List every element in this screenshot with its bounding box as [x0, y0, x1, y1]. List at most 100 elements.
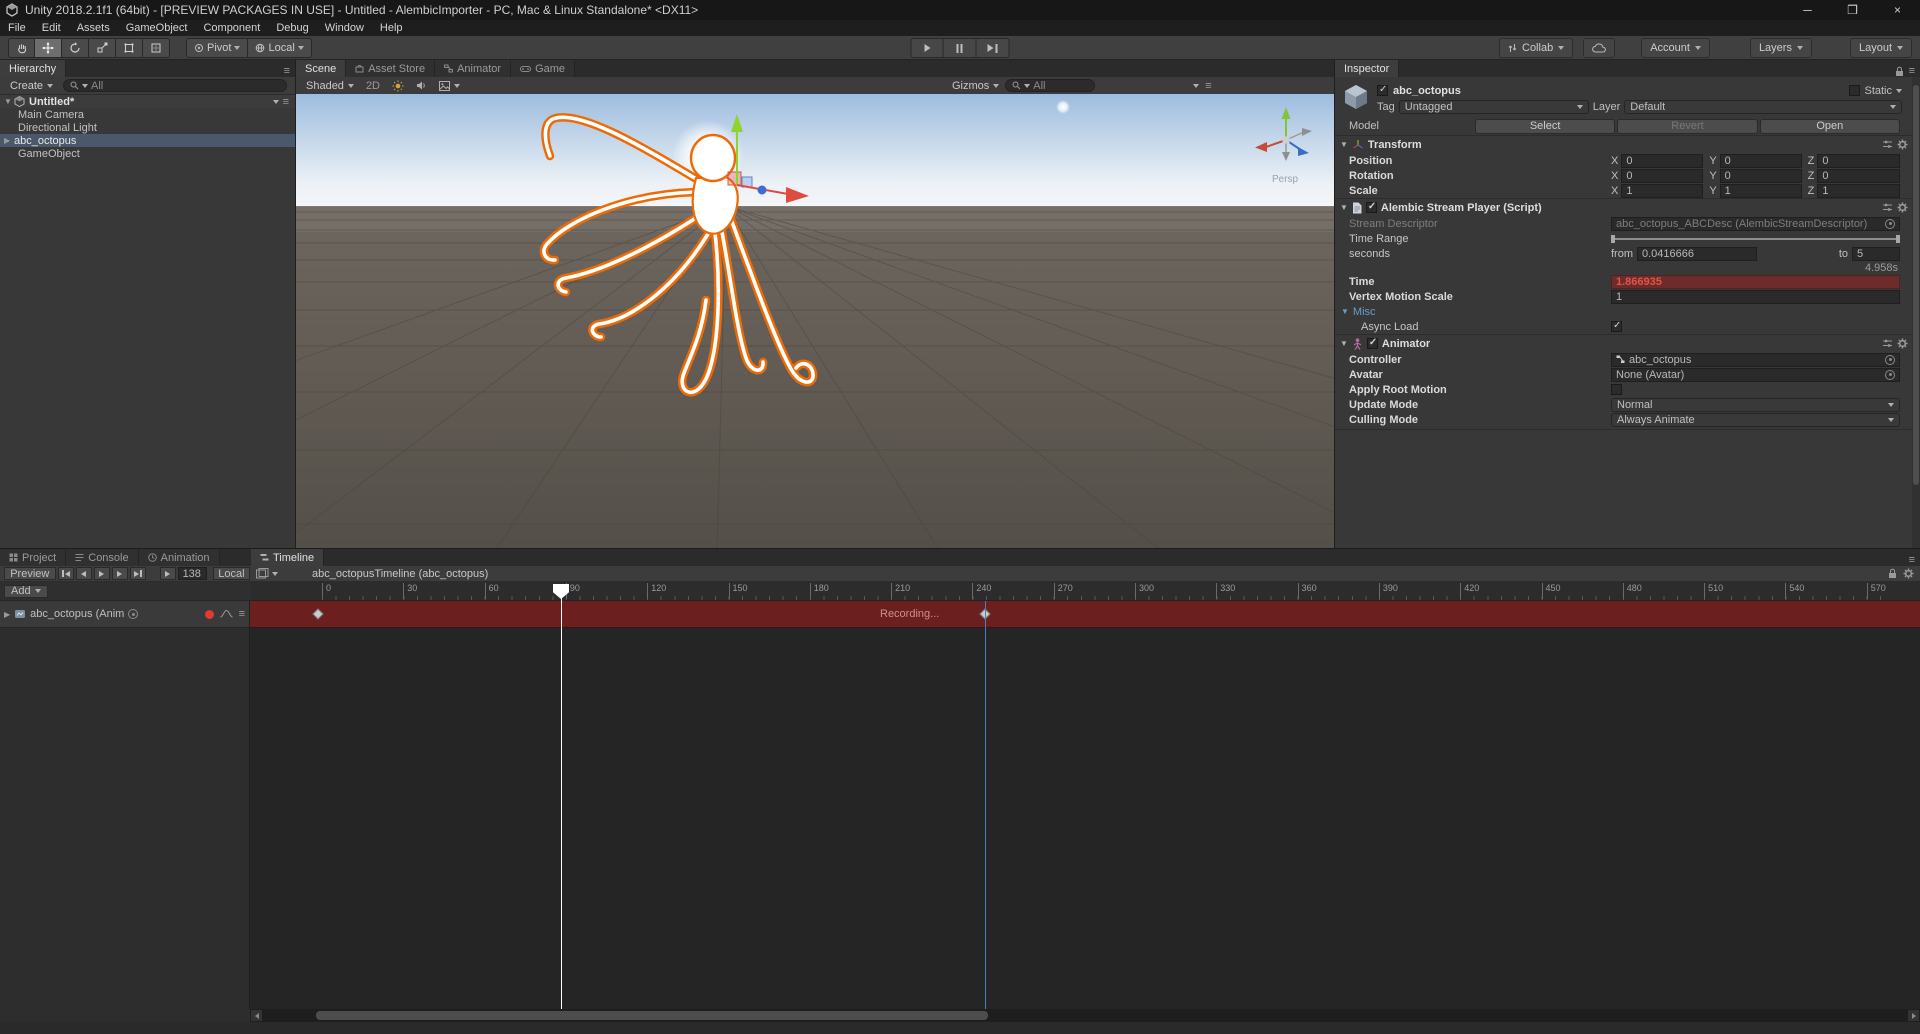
object-picker-icon[interactable]: [128, 609, 138, 619]
update-mode-dropdown[interactable]: Normal: [1611, 398, 1900, 412]
scroll-right-icon[interactable]: [1908, 1010, 1919, 1021]
foldout-icon[interactable]: ▶: [4, 610, 10, 619]
menu-assets[interactable]: Assets: [69, 20, 118, 36]
scale-z-field[interactable]: 1: [1817, 184, 1900, 198]
lock-icon[interactable]: [1895, 66, 1904, 77]
playhead-line[interactable]: [561, 585, 562, 1009]
timeline-play-button[interactable]: [94, 567, 110, 580]
hierarchy-item-gameobject[interactable]: GameObject: [0, 147, 295, 160]
menu-gameobject[interactable]: GameObject: [118, 20, 196, 36]
record-toggle-icon[interactable]: [205, 610, 214, 619]
tab-hierarchy[interactable]: Hierarchy: [0, 60, 66, 77]
move-tool-button[interactable]: [35, 38, 62, 58]
director-name[interactable]: abc_octopusTimeline (abc_octopus): [312, 568, 488, 580]
tab-scene[interactable]: Scene: [296, 60, 346, 77]
menu-file[interactable]: File: [0, 20, 34, 36]
presets-icon[interactable]: [1882, 139, 1893, 150]
foldout-icon[interactable]: ▼: [1340, 339, 1348, 348]
presets-icon[interactable]: [1882, 338, 1893, 349]
model-revert-button[interactable]: Revert: [1617, 119, 1757, 134]
object-name[interactable]: abc_octopus: [1393, 85, 1461, 97]
track-menu-icon[interactable]: ≡: [239, 608, 245, 620]
async-load-checkbox[interactable]: [1611, 321, 1622, 332]
pause-button[interactable]: [944, 38, 977, 58]
scale-y-field[interactable]: 1: [1720, 184, 1802, 198]
hierarchy-item-abc-octopus[interactable]: ▶ abc_octopus: [0, 134, 295, 147]
component-enabled-checkbox[interactable]: [1367, 338, 1378, 349]
close-icon[interactable]: ×: [1875, 0, 1920, 20]
panel-menu-icon[interactable]: ≡: [1205, 80, 1211, 92]
tag-dropdown[interactable]: Untagged: [1399, 100, 1589, 114]
time-field[interactable]: 1.866935: [1611, 275, 1900, 289]
avatar-field[interactable]: None (Avatar): [1611, 368, 1900, 382]
rect-tool-button[interactable]: [116, 38, 143, 58]
scrollbar-handle[interactable]: [316, 1011, 988, 1020]
presets-icon[interactable]: [1882, 202, 1893, 213]
minimize-icon[interactable]: ─: [1785, 0, 1830, 20]
apply-root-motion-checkbox[interactable]: [1611, 384, 1622, 395]
pivot-toggle-button[interactable]: Pivot: [186, 38, 248, 58]
cloud-button[interactable]: [1583, 38, 1615, 58]
gizmo-center-cube[interactable]: [1283, 137, 1290, 144]
menu-debug[interactable]: Debug: [268, 20, 316, 36]
gear-icon[interactable]: [1897, 139, 1908, 150]
collab-button[interactable]: Collab: [1499, 38, 1573, 58]
hierarchy-search-input[interactable]: All: [63, 79, 287, 92]
scale-x-field[interactable]: 1: [1621, 184, 1703, 198]
slider-min-handle[interactable]: [1611, 235, 1615, 243]
component-enabled-checkbox[interactable]: [1366, 202, 1377, 213]
static-flags-caret-icon[interactable]: [1896, 89, 1902, 93]
recording-track-lane[interactable]: Recording...: [250, 601, 1920, 628]
goto-end-button[interactable]: [130, 567, 146, 580]
object-picker-icon[interactable]: [1885, 370, 1895, 380]
panel-menu-icon[interactable]: ≡: [1909, 65, 1915, 77]
keyframe-diamond-icon[interactable]: [312, 608, 323, 619]
scene-caret-icon[interactable]: [273, 100, 279, 104]
misc-foldout[interactable]: ▼ Misc: [1335, 304, 1912, 319]
foldout-icon[interactable]: ▶: [4, 136, 14, 145]
culling-mode-dropdown[interactable]: Always Animate: [1611, 413, 1900, 427]
rotation-z-field[interactable]: 0: [1817, 169, 1900, 183]
tab-asset-store[interactable]: Asset Store: [346, 60, 435, 77]
account-dropdown[interactable]: Account: [1641, 38, 1710, 58]
step-button[interactable]: [977, 38, 1010, 58]
scroll-left-icon[interactable]: [251, 1010, 262, 1021]
rotate-tool-button[interactable]: [62, 38, 89, 58]
play-range-toggle[interactable]: [160, 567, 176, 580]
maximize-icon[interactable]: ❒: [1830, 0, 1875, 20]
gear-icon[interactable]: [1897, 202, 1908, 213]
slider-max-handle[interactable]: [1896, 235, 1900, 243]
add-track-button[interactable]: Add: [4, 585, 48, 598]
tab-game[interactable]: Game: [511, 60, 575, 77]
timeline-local-button[interactable]: Local: [213, 567, 250, 580]
audio-toggle[interactable]: [410, 78, 433, 94]
timeline-horizontal-scrollbar[interactable]: [250, 1009, 1920, 1022]
gear-icon[interactable]: [1897, 338, 1908, 349]
timeline-asset-button[interactable]: [256, 568, 278, 579]
hierarchy-item-main-camera[interactable]: Main Camera: [0, 108, 295, 121]
menu-window[interactable]: Window: [317, 20, 372, 36]
layout-dropdown[interactable]: Layout: [1850, 38, 1912, 58]
layers-dropdown[interactable]: Layers: [1750, 38, 1812, 58]
lighting-toggle[interactable]: [386, 78, 410, 94]
scene-row[interactable]: ▼ Untitled* ≡: [0, 95, 295, 108]
rotation-y-field[interactable]: 0: [1720, 169, 1802, 183]
tab-animator[interactable]: Animator: [435, 60, 511, 77]
panel-menu-icon[interactable]: ≡: [284, 65, 290, 77]
curves-icon[interactable]: [220, 609, 233, 619]
object-picker-icon[interactable]: [1885, 219, 1895, 229]
scene-menu-icon[interactable]: ≡: [283, 96, 289, 108]
current-frame-field[interactable]: 138: [178, 567, 207, 580]
next-frame-button[interactable]: [112, 567, 128, 580]
hand-tool-button[interactable]: [8, 38, 35, 58]
lock-icon[interactable]: [1888, 568, 1897, 579]
foldout-icon[interactable]: ▼: [1340, 140, 1348, 149]
panel-caret-icon[interactable]: [1193, 84, 1199, 88]
menu-help[interactable]: Help: [372, 20, 411, 36]
foldout-icon[interactable]: ▼: [4, 97, 14, 106]
from-field[interactable]: 0.0416666: [1637, 247, 1757, 261]
layer-dropdown[interactable]: Default: [1624, 100, 1902, 114]
static-checkbox[interactable]: [1849, 85, 1860, 96]
play-button[interactable]: [911, 38, 944, 58]
stream-descriptor-field[interactable]: abc_octopus_ABCDesc (AlembicStreamDescri…: [1611, 217, 1900, 231]
